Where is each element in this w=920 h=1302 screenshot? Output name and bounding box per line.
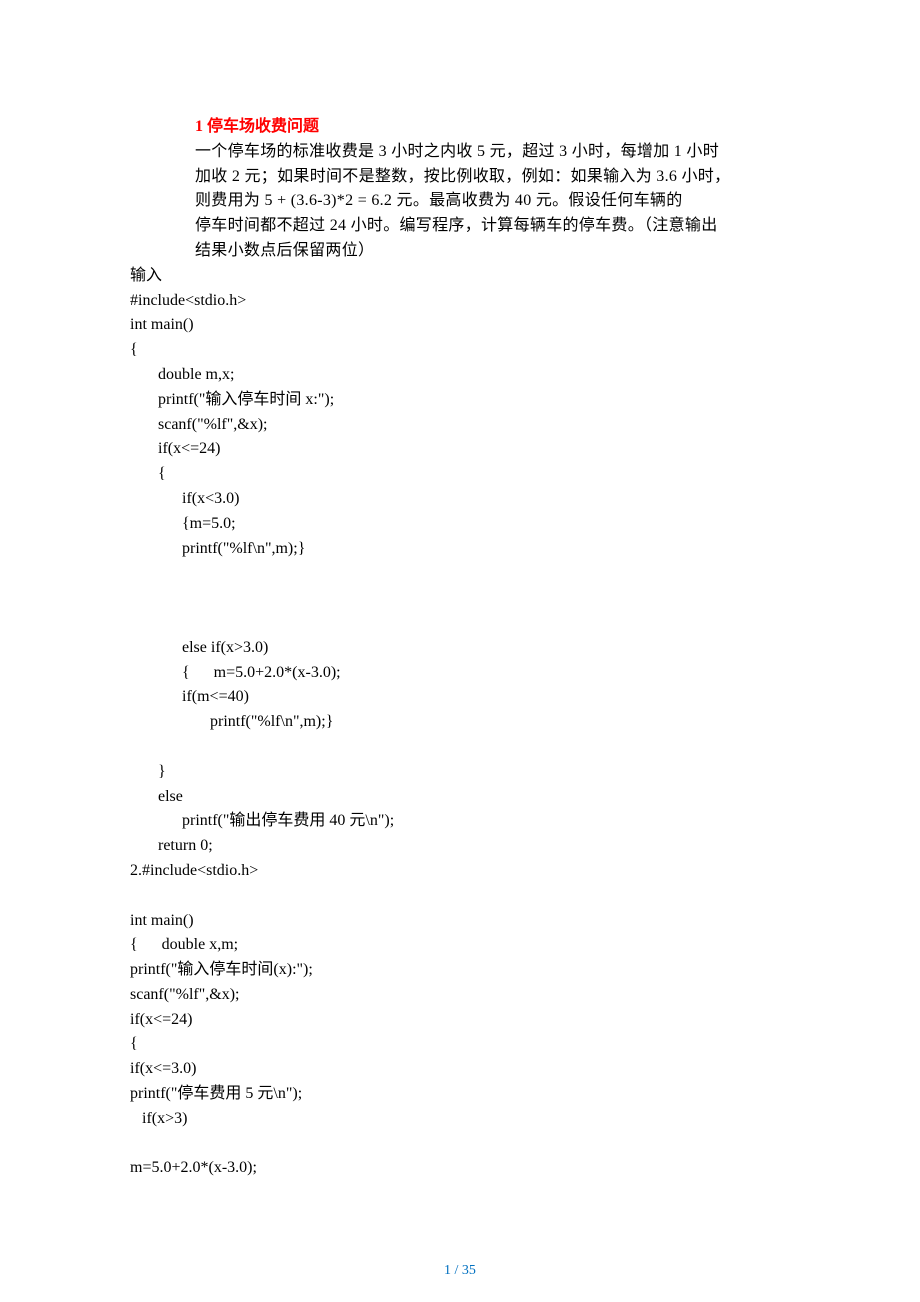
problem-statement: 一个停车场的标准收费是 3 小时之内收 5 元，超过 3 小时，每增加 1 小时…	[195, 140, 790, 264]
section-title: 1 停车场收费问题	[195, 115, 790, 140]
page: 1 停车场收费问题 一个停车场的标准收费是 3 小时之内收 5 元，超过 3 小…	[0, 0, 920, 1302]
problem-line: 加收 2 元；如果时间不是整数，按比例收取，例如：如果输入为 3.6 小时，	[195, 165, 790, 190]
problem-line: 结果小数点后保留两位）	[195, 239, 790, 264]
problem-line: 停车时间都不超过 24 小时。编写程序，计算每辆车的停车费。（注意输出	[195, 214, 790, 239]
problem-line: 则费用为 5 + (3.6-3)*2 = 6.2 元。最高收费为 40 元。假设…	[195, 189, 790, 214]
page-number: 1 / 35	[0, 1260, 920, 1282]
problem-line: 一个停车场的标准收费是 3 小时之内收 5 元，超过 3 小时，每增加 1 小时	[195, 140, 790, 165]
code-block-1: 输入 #include<stdio.h> int main() { double…	[130, 264, 790, 1181]
